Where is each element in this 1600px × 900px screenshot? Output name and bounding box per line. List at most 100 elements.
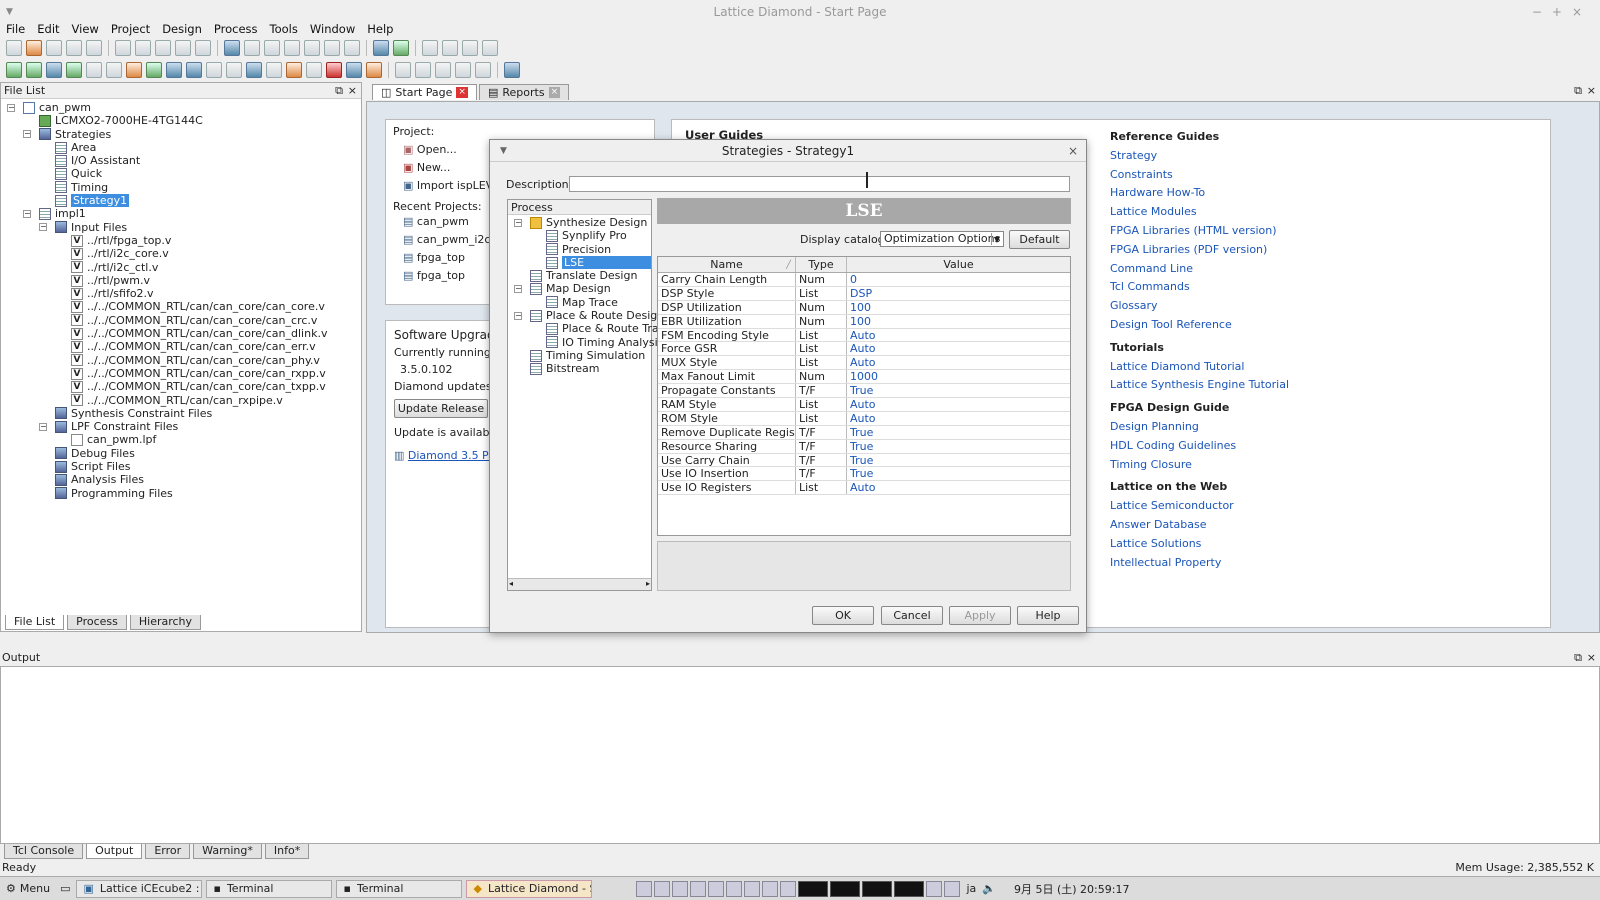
process-item[interactable]: Timing Simulation <box>508 349 651 362</box>
tree-input-files[interactable]: − Input Files <box>1 221 361 234</box>
cycle-icon[interactable] <box>106 62 122 78</box>
tree-file[interactable]: V ../rtl/i2c_ctl.v <box>1 261 361 274</box>
default-button[interactable]: Default <box>1009 230 1070 249</box>
clock-icon[interactable] <box>306 62 322 78</box>
menu-view[interactable]: View <box>72 22 99 36</box>
process-synthesize[interactable]: − Synthesize Design <box>508 216 651 229</box>
menu-help[interactable]: Help <box>367 22 393 36</box>
tree-file[interactable]: V ../../COMMON_RTL/can/can_core/can_err.v <box>1 340 361 353</box>
chart-icon[interactable] <box>393 40 409 56</box>
ref-link[interactable]: Command Line <box>1110 260 1289 279</box>
run-icon[interactable] <box>442 40 458 56</box>
find-icon[interactable] <box>224 40 240 56</box>
view-4-icon[interactable] <box>455 62 471 78</box>
tree-file[interactable]: V ../../COMMON_RTL/can/can_core/can_rxpp.… <box>1 367 361 380</box>
tree-strategy[interactable]: Area <box>1 141 361 154</box>
tree-file[interactable]: V ../../COMMON_RTL/can/can_core/can_crc.v <box>1 314 361 327</box>
table-row[interactable]: EBR Utilization Num 100 <box>658 314 1070 329</box>
web-link[interactable]: Answer Database <box>1110 516 1289 535</box>
hierarchy-icon[interactable] <box>206 62 222 78</box>
web-link[interactable]: Lattice Semiconductor <box>1110 497 1289 516</box>
col-name[interactable]: Name ╱ <box>658 257 796 272</box>
tree-group[interactable]: Debug Files <box>1 447 361 460</box>
tree-file[interactable]: V ../rtl/fpga_top.v <box>1 234 361 247</box>
process-item[interactable]: IO Timing Analysis <box>508 336 663 349</box>
tree-group[interactable]: Script Files <box>1 460 361 473</box>
start-menu-button[interactable]: Menu <box>20 882 50 895</box>
table-row[interactable]: RAM Style List Auto <box>658 398 1070 412</box>
tree-lpf[interactable]: − LPF Constraint Files <box>1 420 361 433</box>
list-icon[interactable] <box>266 62 282 78</box>
undo-icon[interactable] <box>115 40 131 56</box>
tree-project[interactable]: − can_pwm <box>1 101 361 114</box>
table-row[interactable]: DSP Utilization Num 100 <box>658 300 1070 315</box>
process-par[interactable]: − Place & Route Design <box>508 309 664 322</box>
web-link[interactable]: Intellectual Property <box>1110 554 1289 573</box>
ok-button[interactable]: OK <box>812 606 874 625</box>
update-release-button[interactable]: Update Release <box>394 399 488 418</box>
zoom-area-icon[interactable] <box>344 40 360 56</box>
tray-app-icon[interactable] <box>636 880 653 897</box>
table-row[interactable]: Force GSR List Auto <box>658 342 1070 357</box>
tab-start-page[interactable]: ◫ Start Page × <box>372 84 477 100</box>
ref-link[interactable]: Lattice Modules <box>1110 203 1289 222</box>
analyzer-icon[interactable] <box>286 62 302 78</box>
table-row[interactable]: ROM Style List Auto <box>658 411 1070 426</box>
menu-file[interactable]: File <box>6 22 25 36</box>
tab-error[interactable]: Error <box>145 844 191 859</box>
tray-browser-icon[interactable] <box>654 880 671 897</box>
tree-file[interactable]: V ../rtl/i2c_core.v <box>1 247 361 260</box>
process-item[interactable]: Translate Design <box>508 269 651 282</box>
table-row[interactable]: MUX Style List Auto <box>658 356 1070 371</box>
chip-icon[interactable] <box>26 62 42 78</box>
volume-icon[interactable]: 🔈 <box>982 882 996 895</box>
tab-process[interactable]: Process <box>67 615 127 630</box>
redo-icon[interactable] <box>135 40 151 56</box>
floorplan-icon[interactable] <box>186 62 202 78</box>
tree-file[interactable]: V ../../COMMON_RTL/can/can_core/can_phy.v <box>1 354 361 367</box>
save-icon[interactable] <box>46 40 62 56</box>
help-button[interactable]: Help <box>1017 606 1079 625</box>
print-icon[interactable] <box>86 40 102 56</box>
fpga-link[interactable]: HDL Coding Guidelines <box>1110 437 1289 456</box>
ref-link[interactable]: FPGA Libraries (HTML version) <box>1110 222 1289 241</box>
spreadsheet-icon[interactable] <box>146 62 162 78</box>
description-input[interactable] <box>569 176 1070 192</box>
tray-editor-icon[interactable] <box>726 880 743 897</box>
copy-icon[interactable] <box>175 40 191 56</box>
refresh-icon[interactable] <box>482 40 498 56</box>
replace-icon[interactable] <box>264 40 280 56</box>
tray-terminal-icon[interactable] <box>690 880 707 897</box>
tray-chrome-icon[interactable] <box>744 880 761 897</box>
float-icon[interactable]: ⧉ <box>335 83 343 98</box>
tab-output[interactable]: Output <box>86 844 143 859</box>
step-icon[interactable] <box>422 40 438 56</box>
table-row[interactable]: Use IO Registers List Auto <box>658 481 1070 496</box>
ref-link[interactable]: Glossary <box>1110 297 1289 316</box>
catalog-select[interactable]: Optimization Options ▼ <box>880 231 1004 247</box>
cut-icon[interactable] <box>155 40 171 56</box>
ref-link[interactable]: Tcl Commands <box>1110 278 1289 297</box>
minimize-icon[interactable]: − <box>1532 5 1552 19</box>
tree-file[interactable]: V ../../COMMON_RTL/can/can_core/can_core.… <box>1 300 361 313</box>
new-file-icon[interactable] <box>6 40 22 56</box>
tray-mail-icon[interactable] <box>672 880 689 897</box>
process-item[interactable]: Bitstream <box>508 362 651 375</box>
show-desktop-icon[interactable]: ▭ <box>60 882 70 895</box>
output-console[interactable] <box>0 666 1600 844</box>
tray-home-icon[interactable] <box>708 880 725 897</box>
close-icon[interactable]: × <box>1572 5 1592 19</box>
tree-strategy[interactable]: I/O Assistant <box>1 154 361 167</box>
timer-icon[interactable] <box>166 62 182 78</box>
menu-process[interactable]: Process <box>214 22 258 36</box>
tree-file[interactable]: V ../../COMMON_RTL/can/can_core/can_dlink… <box>1 327 361 340</box>
tab-tcl-console[interactable]: Tcl Console <box>4 844 84 859</box>
tree-group[interactable]: Programming Files <box>1 487 361 500</box>
tree-synthesis-constraint[interactable]: Synthesis Constraint Files <box>1 407 361 420</box>
scroll-right-icon[interactable]: ▸ <box>646 579 650 588</box>
tree-lpf-file[interactable]: can_pwm.lpf <box>1 433 361 446</box>
menu-project[interactable]: Project <box>111 22 150 36</box>
col-value[interactable]: Value <box>847 257 1070 272</box>
tree-strategies[interactable]: − Strategies <box>1 128 361 141</box>
tutorial-link[interactable]: Lattice Diamond Tutorial <box>1110 358 1289 377</box>
